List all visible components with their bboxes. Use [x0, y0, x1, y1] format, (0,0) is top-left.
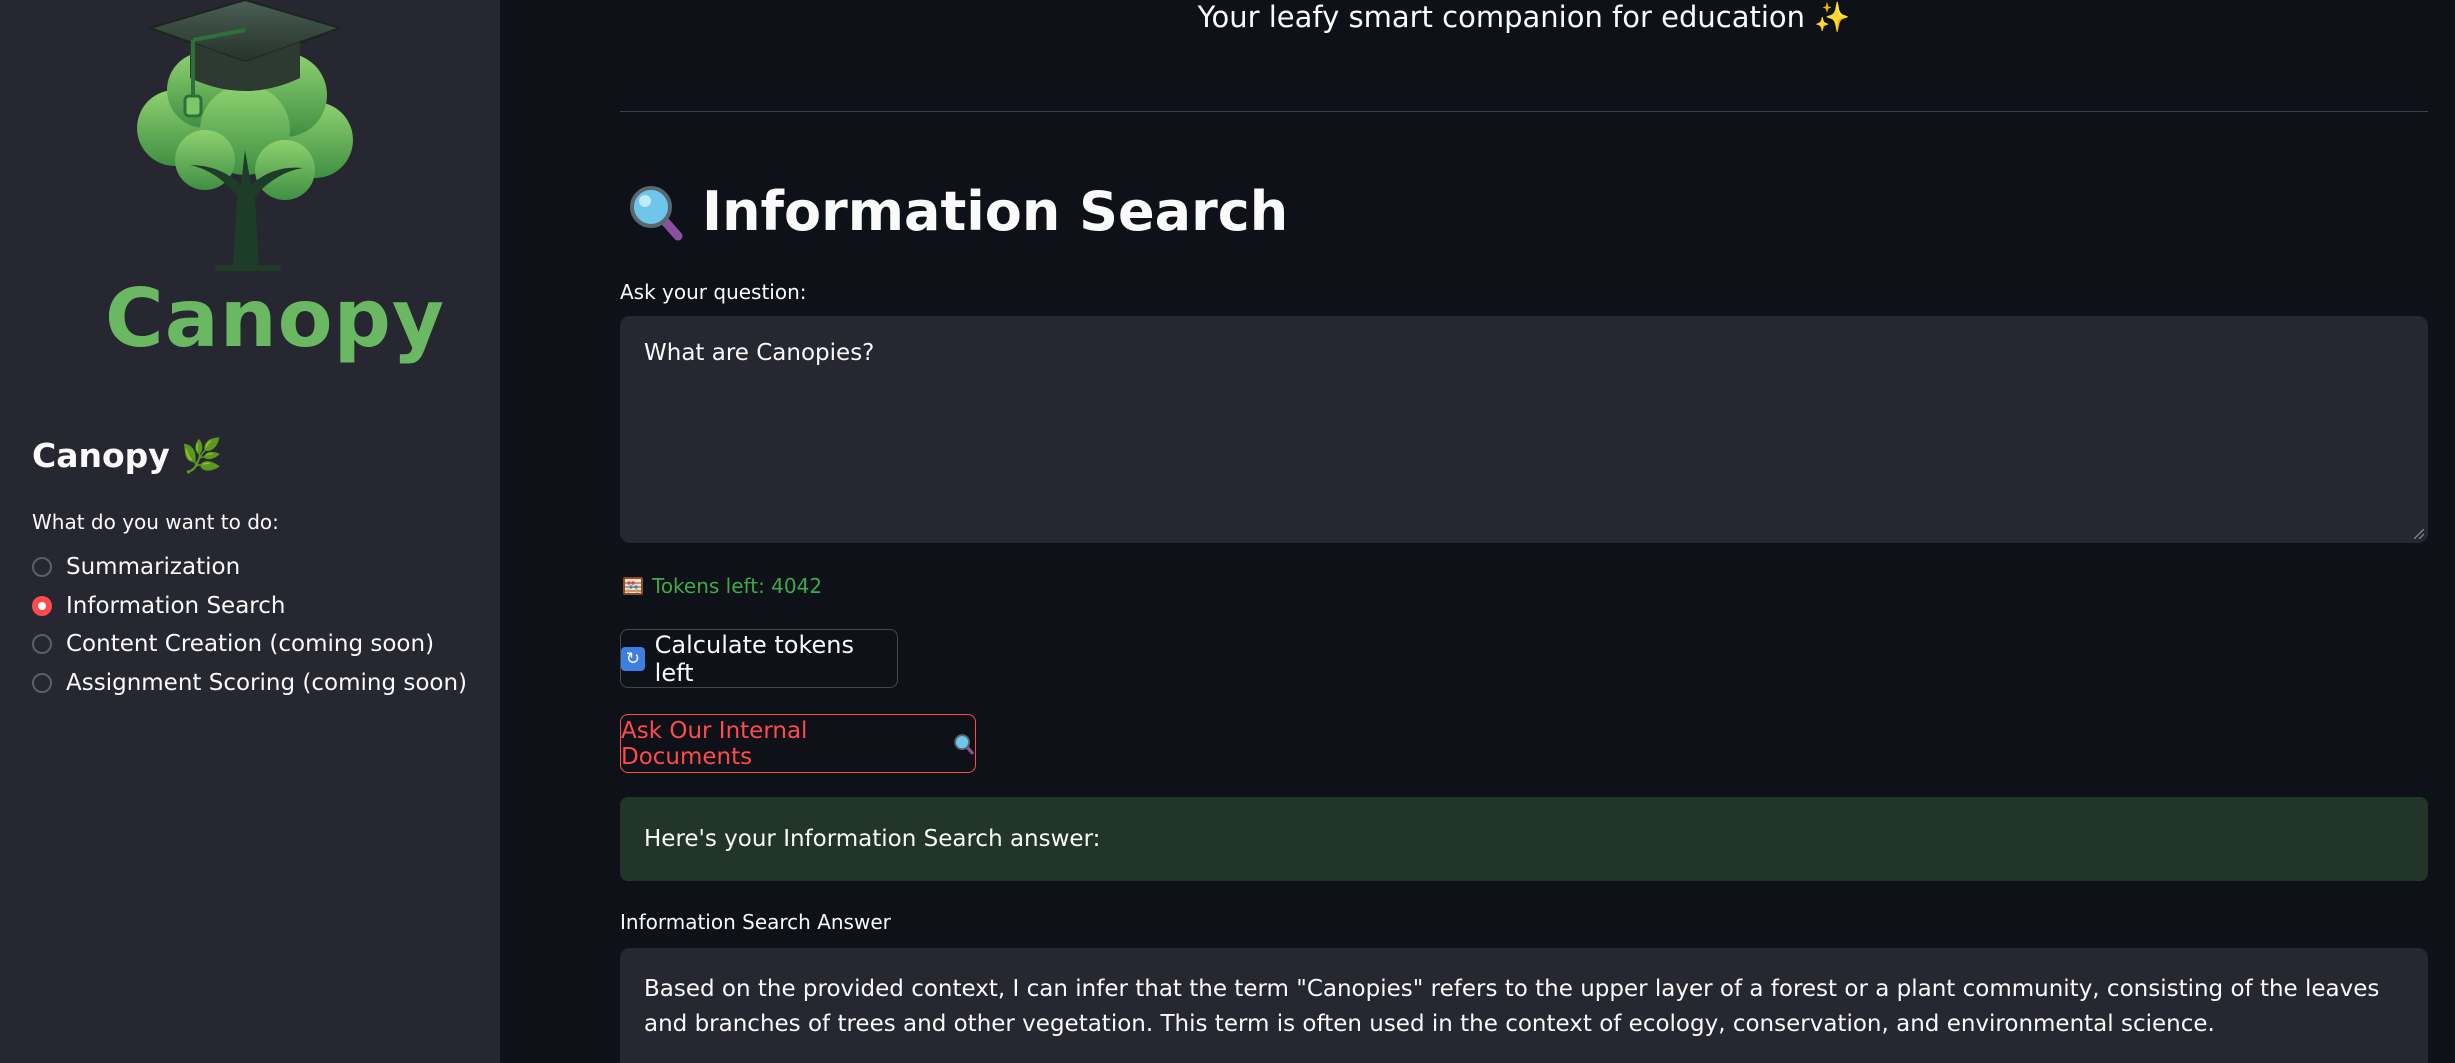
tokens-left-indicator: Tokens left: 4042 [622, 574, 822, 598]
mode-radio-group: Summarization Information Search Content… [32, 548, 467, 702]
radio-option-information-search[interactable]: Information Search [32, 587, 467, 626]
answer-label: Information Search Answer [620, 910, 891, 934]
abacus-icon [622, 575, 644, 597]
sidebar-title: Canopy 🌿 [32, 436, 223, 475]
logo-text: Canopy [105, 272, 446, 365]
calculate-tokens-button[interactable]: ↻ Calculate tokens left [620, 629, 898, 688]
radio-option-summarization[interactable]: Summarization [32, 548, 467, 587]
ask-documents-button[interactable]: Ask Our Internal Documents [620, 714, 976, 773]
mode-question-label: What do you want to do: [32, 510, 279, 534]
success-message: Here's your Information Search answer: [644, 826, 1101, 852]
tokens-left-text: Tokens left: 4042 [652, 574, 823, 598]
tree-graduation-cap-icon [137, 0, 353, 271]
resize-handle-icon[interactable] [2414, 529, 2424, 539]
calculate-tokens-label: Calculate tokens left [654, 630, 854, 687]
question-textarea-value: What are Canopies? [644, 340, 875, 366]
magnifying-glass-icon [953, 733, 975, 755]
question-textarea[interactable]: What are Canopies? [620, 316, 2428, 543]
canopy-logo: Canopy [105, 0, 446, 370]
refresh-icon: ↻ [621, 646, 645, 671]
divider [620, 111, 2428, 112]
question-label: Ask your question: [620, 280, 807, 304]
sidebar: Canopy Canopy 🌿 What do you want to do: … [0, 0, 500, 1063]
radio-option-content-creation[interactable]: Content Creation (coming soon) [32, 625, 467, 664]
radio-button[interactable] [32, 672, 52, 693]
tagline: Your leafy smart companion for education… [1197, 0, 1851, 34]
radio-button[interactable] [32, 634, 52, 655]
page-title: Information Search [626, 180, 1288, 243]
radio-button[interactable] [32, 557, 52, 578]
ask-documents-label: Ask Our Internal Documents [621, 717, 808, 770]
success-alert: Here's your Information Search answer: [620, 797, 2428, 881]
radio-label: Information Search [66, 592, 286, 619]
app: Canopy Canopy 🌿 What do you want to do: … [0, 0, 2455, 1063]
radio-label: Summarization [66, 554, 241, 581]
answer-text: Based on the provided context, I can inf… [644, 976, 2380, 1037]
radio-button-selected[interactable] [32, 595, 52, 616]
magnifying-glass-icon [626, 182, 686, 242]
page-title-text: Information Search [702, 180, 1289, 243]
radio-label: Assignment Scoring (coming soon) [66, 669, 468, 696]
radio-option-assignment-scoring[interactable]: Assignment Scoring (coming soon) [32, 664, 467, 703]
radio-label: Content Creation (coming soon) [66, 631, 435, 658]
answer-textarea[interactable]: Based on the provided context, I can inf… [620, 948, 2428, 1063]
